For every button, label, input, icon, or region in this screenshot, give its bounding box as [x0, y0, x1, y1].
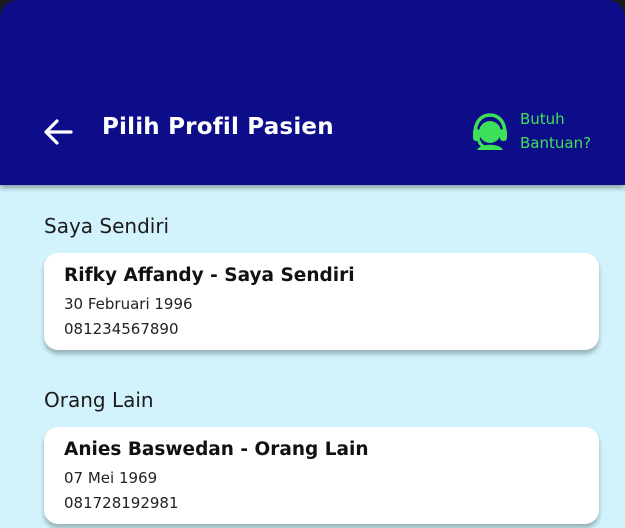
- arrow-left-icon: [44, 119, 73, 145]
- screen-corner: [609, 0, 625, 16]
- profile-name: Anies Baswedan - Orang Lain: [64, 439, 369, 460]
- app-bar: Pilih Profil Pasien Butuh Bantuan?: [0, 0, 625, 185]
- help-label-line1: Butuh: [520, 110, 565, 128]
- profile-birthdate: 07 Mei 1969: [64, 469, 158, 487]
- screen-corner: [0, 0, 16, 16]
- profile-card[interactable]: Rifky Affandy - Saya Sendiri 30 Februari…: [44, 253, 599, 350]
- profile-birthdate: 30 Februari 1996: [64, 295, 193, 313]
- help-label-line2: Bantuan?: [520, 134, 592, 152]
- profile-phone: 081728192981: [64, 494, 179, 512]
- screen: Pilih Profil Pasien Butuh Bantuan? Saya …: [0, 0, 625, 528]
- profile-card[interactable]: Anies Baswedan - Orang Lain 07 Mei 1969 …: [44, 427, 599, 524]
- section-heading-others: Orang Lain: [44, 388, 154, 412]
- help-button[interactable]: Butuh Bantuan?: [472, 106, 612, 156]
- profile-name: Rifky Affandy - Saya Sendiri: [64, 265, 355, 286]
- page-title: Pilih Profil Pasien: [102, 114, 334, 140]
- support-agent-icon: [472, 111, 510, 151]
- section-heading-self: Saya Sendiri: [44, 214, 170, 238]
- profile-phone: 081234567890: [64, 320, 179, 338]
- back-button[interactable]: [38, 112, 78, 152]
